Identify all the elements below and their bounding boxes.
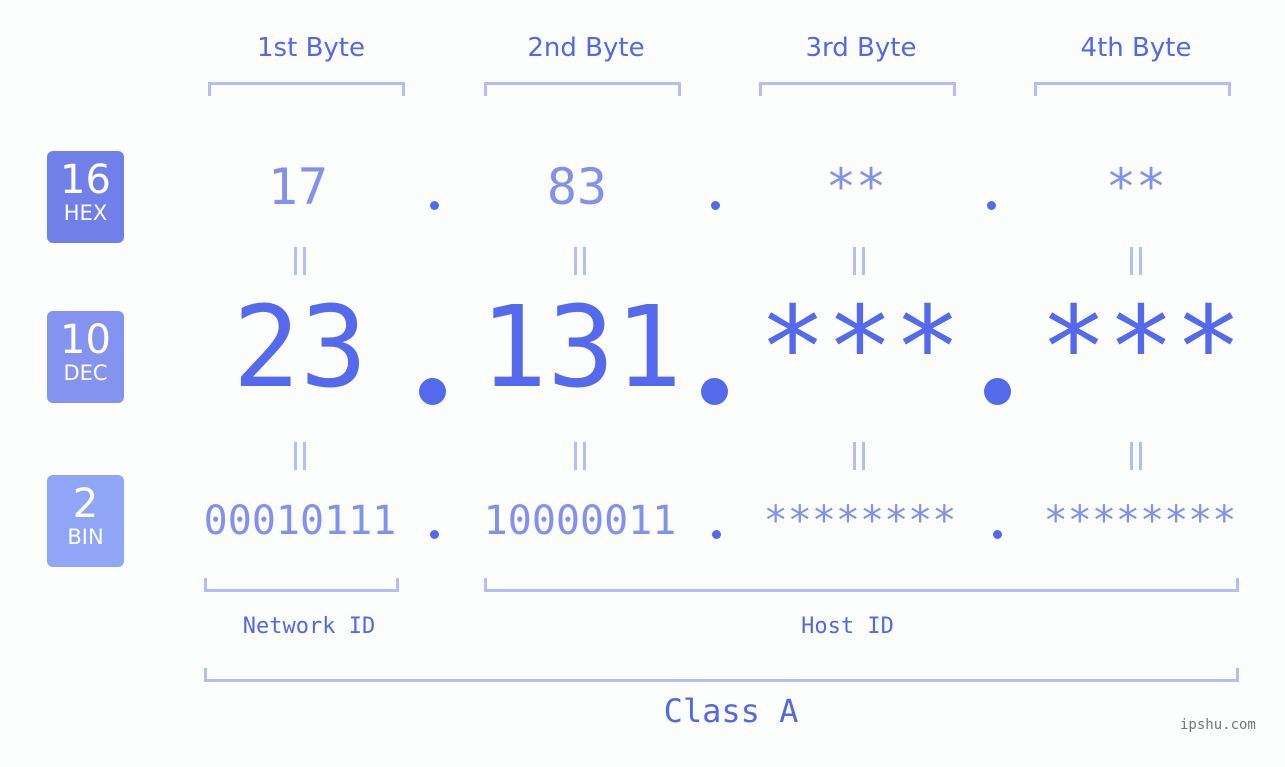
header-byte-3: 3rd Byte: [805, 33, 917, 63]
dec-badge: 10 DEC: [47, 311, 124, 403]
hex-byte-2: 83: [546, 158, 608, 216]
dec-separator-dot: [419, 378, 446, 405]
equals-icon: [293, 247, 307, 275]
host-id-bracket: [484, 578, 1239, 592]
hex-byte-4: **: [1105, 158, 1167, 216]
byte-3-bracket: [759, 82, 956, 96]
hex-badge-number: 16: [60, 157, 111, 203]
bin-separator-dot: [993, 530, 1002, 539]
header-byte-2: 2nd Byte: [527, 33, 645, 63]
byte-4-bracket: [1034, 82, 1231, 96]
dec-badge-number: 10: [60, 317, 111, 363]
bin-badge-label: BIN: [67, 525, 104, 549]
equals-icon: [852, 247, 866, 275]
equals-icon: [1129, 442, 1143, 470]
equals-icon: [1129, 247, 1143, 275]
hex-badge-label: HEX: [63, 201, 108, 225]
class-bracket: [204, 668, 1239, 682]
hex-badge: 16 HEX: [47, 151, 124, 243]
bin-byte-3: ********: [763, 498, 957, 544]
equals-icon: [573, 442, 587, 470]
hex-byte-1: 17: [267, 158, 329, 216]
hex-separator-dot: [711, 201, 720, 210]
watermark: ipshu.com: [1180, 717, 1256, 733]
dec-byte-1: 23: [232, 283, 368, 413]
hex-byte-3: **: [825, 158, 887, 216]
host-id-label: Host ID: [801, 614, 894, 639]
dec-separator-dot: [701, 378, 728, 405]
bin-byte-2: 10000011: [483, 498, 677, 544]
class-label: Class A: [663, 692, 799, 730]
dec-byte-4: ***: [1039, 283, 1243, 413]
bin-badge: 2 BIN: [47, 475, 124, 567]
network-id-label: Network ID: [242, 614, 376, 639]
network-id-bracket: [204, 578, 399, 592]
bin-byte-1: 00010111: [203, 498, 397, 544]
byte-2-bracket: [484, 82, 681, 96]
dec-separator-dot: [984, 378, 1011, 405]
bin-byte-4: ********: [1043, 498, 1237, 544]
equals-icon: [573, 247, 587, 275]
dec-byte-3: ***: [758, 283, 962, 413]
hex-separator-dot: [430, 201, 439, 210]
bin-separator-dot: [712, 530, 721, 539]
dec-badge-label: DEC: [63, 361, 108, 385]
dec-byte-2: 131: [479, 283, 683, 413]
bin-badge-number: 2: [72, 481, 99, 527]
hex-separator-dot: [987, 201, 996, 210]
byte-1-bracket: [208, 82, 405, 96]
header-byte-1: 1st Byte: [257, 33, 365, 63]
header-byte-4: 4th Byte: [1080, 33, 1192, 63]
equals-icon: [852, 442, 866, 470]
bin-separator-dot: [430, 530, 439, 539]
equals-icon: [293, 442, 307, 470]
